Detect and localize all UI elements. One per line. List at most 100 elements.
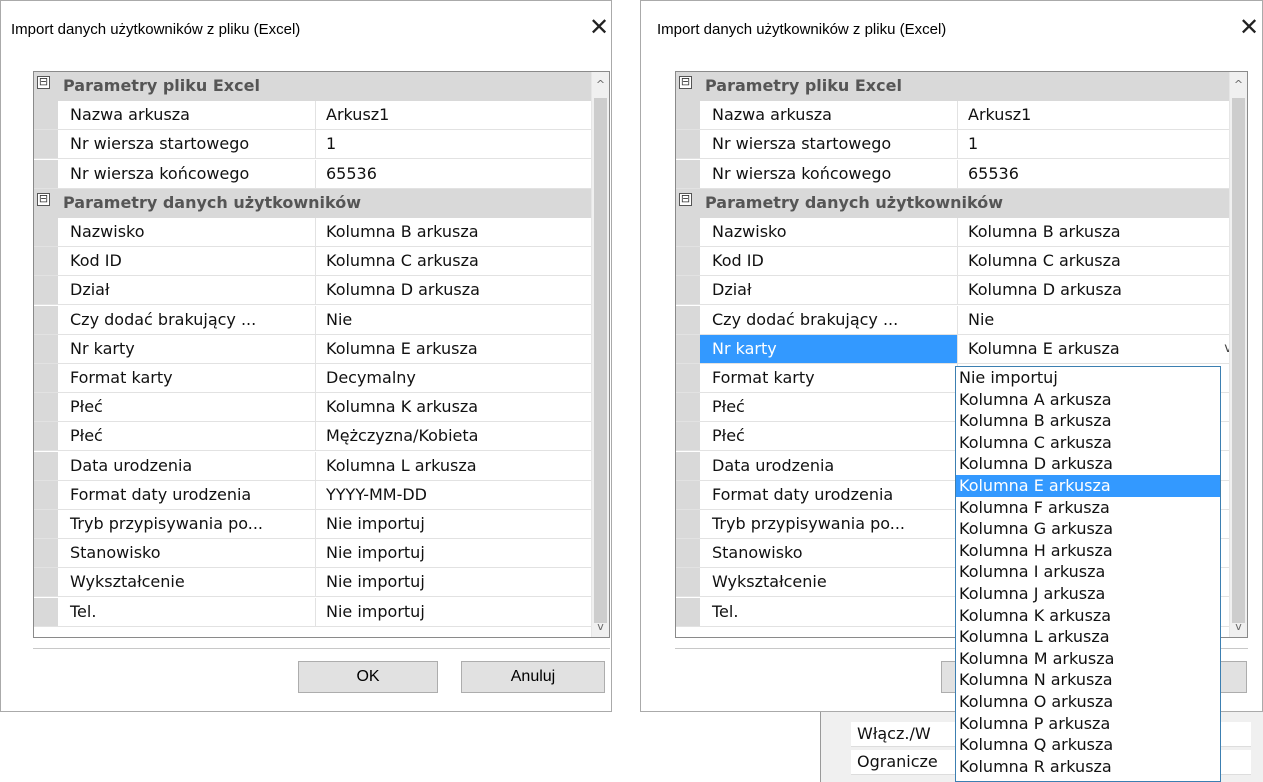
- property-row[interactable]: Nazwa arkusza Arkusz1: [34, 101, 594, 131]
- property-value[interactable]: 1: [958, 130, 1236, 158]
- dropdown-option[interactable]: Kolumna M arkusza: [956, 648, 1220, 670]
- property-value[interactable]: Kolumna D arkusza: [316, 276, 594, 304]
- scrollbar-thumb[interactable]: [594, 98, 607, 623]
- property-row[interactable]: Dział Kolumna D arkusza: [34, 276, 594, 306]
- column-dropdown-list[interactable]: Nie importuj Kolumna A arkusza Kolumna B a…: [955, 366, 1221, 782]
- row-gutter: [34, 247, 58, 276]
- property-value[interactable]: Kolumna E arkuszav: [958, 335, 1236, 363]
- property-value[interactable]: YYYY-MM-DD: [316, 481, 594, 509]
- dropdown-option[interactable]: Kolumna O arkusza: [956, 691, 1220, 713]
- close-icon[interactable]: ✕: [589, 15, 609, 39]
- dropdown-option[interactable]: Kolumna N arkusza: [956, 669, 1220, 691]
- collapse-icon[interactable]: ⊟: [37, 76, 50, 89]
- row-gutter: [676, 305, 700, 334]
- property-row[interactable]: Nazwa arkusza Arkusz1: [676, 101, 1236, 131]
- property-value-text: Decymalny: [326, 368, 416, 387]
- scrollbar-thumb[interactable]: [1232, 98, 1245, 623]
- scroll-down-icon[interactable]: v: [1230, 620, 1247, 633]
- property-row[interactable]: Nr wiersza startowego 1: [34, 130, 594, 160]
- property-value[interactable]: 65536: [316, 160, 594, 188]
- dropdown-option[interactable]: Kolumna A arkusza: [956, 389, 1220, 411]
- property-value[interactable]: Kolumna B arkusza: [958, 218, 1236, 246]
- dropdown-option[interactable]: Kolumna H arkusza: [956, 540, 1220, 562]
- property-row[interactable]: Nazwisko Kolumna B arkusza: [34, 218, 594, 247]
- category-header[interactable]: ⊟ Parametry pliku Excel: [34, 72, 594, 101]
- property-value[interactable]: Kolumna L arkusza: [316, 452, 594, 480]
- property-value[interactable]: Nie importuj: [316, 568, 594, 596]
- property-row[interactable]: Data urodzenia Kolumna L arkusza: [34, 451, 594, 481]
- collapse-icon[interactable]: ⊟: [679, 76, 692, 89]
- dropdown-option[interactable]: Kolumna C arkusza: [956, 432, 1220, 454]
- property-row[interactable]: Tel. Nie importuj: [34, 597, 594, 627]
- dropdown-option[interactable]: Kolumna F arkusza: [956, 497, 1220, 519]
- property-value[interactable]: Nie importuj: [316, 598, 594, 626]
- dropdown-option[interactable]: Kolumna G arkusza: [956, 518, 1220, 540]
- property-row[interactable]: Nr kartyKolumna E arkuszav: [676, 334, 1236, 364]
- dropdown-option[interactable]: Kolumna R arkusza: [956, 756, 1220, 778]
- category-header[interactable]: ⊟ Parametry danych użytkowników: [676, 188, 1236, 218]
- property-value[interactable]: Kolumna C arkusza: [316, 247, 594, 275]
- property-value[interactable]: Nie importuj: [316, 510, 594, 538]
- vertical-scrollbar[interactable]: ^ v: [1229, 72, 1247, 637]
- dropdown-option[interactable]: Kolumna J arkusza: [956, 583, 1220, 605]
- property-row[interactable]: Dział Kolumna D arkusza: [676, 276, 1236, 306]
- collapse-icon[interactable]: ⊟: [37, 192, 50, 206]
- scroll-up-icon[interactable]: ^: [592, 78, 609, 91]
- property-value[interactable]: Kolumna E arkusza: [316, 335, 594, 363]
- property-row[interactable]: Kod ID Kolumna C arkusza: [34, 247, 594, 277]
- property-row[interactable]: Nazwisko Kolumna B arkusza: [676, 218, 1236, 247]
- property-value[interactable]: 1: [316, 130, 594, 158]
- property-row[interactable]: Nr wiersza końcowego 65536: [34, 159, 594, 189]
- property-value[interactable]: Kolumna K arkusza: [316, 393, 594, 421]
- property-value[interactable]: Decymalny: [316, 364, 594, 392]
- property-row[interactable]: Nr wiersza startowego 1: [676, 130, 1236, 160]
- property-row[interactable]: Nr karty Kolumna E arkusza: [34, 334, 594, 364]
- dropdown-option[interactable]: Kolumna D arkusza: [956, 453, 1220, 475]
- dropdown-option[interactable]: Kolumna E arkusza: [956, 474, 1220, 497]
- property-value[interactable]: Kolumna D arkusza: [958, 276, 1236, 304]
- property-row[interactable]: Tryb przypisywania po... Nie importuj: [34, 510, 594, 539]
- property-value[interactable]: Nie importuj: [316, 539, 594, 567]
- category-header[interactable]: ⊟ Parametry pliku Excel: [676, 72, 1236, 101]
- property-row[interactable]: Czy dodać brakujący ... Nie: [34, 305, 594, 335]
- dropdown-option[interactable]: Kolumna B arkusza: [956, 410, 1220, 432]
- property-value[interactable]: Mężczyzna/Kobieta: [316, 422, 594, 450]
- property-value[interactable]: Arkusz1: [316, 101, 594, 129]
- scroll-up-icon[interactable]: ^: [1230, 78, 1247, 91]
- property-row[interactable]: Płeć Kolumna K arkusza: [34, 393, 594, 423]
- property-row[interactable]: Nr wiersza końcowego 65536: [676, 159, 1236, 189]
- dropdown-option[interactable]: Kolumna P arkusza: [956, 713, 1220, 735]
- property-row[interactable]: Czy dodać brakujący ... Nie: [676, 305, 1236, 335]
- dropdown-option[interactable]: Kolumna L arkusza: [956, 626, 1220, 648]
- dropdown-option[interactable]: Nie importuj: [956, 367, 1220, 389]
- dropdown-option[interactable]: Kolumna I arkusza: [956, 561, 1220, 583]
- vertical-scrollbar[interactable]: ^ v: [591, 72, 609, 637]
- dropdown-option[interactable]: Kolumna K arkusza: [956, 605, 1220, 627]
- property-row[interactable]: Stanowisko Nie importuj: [34, 539, 594, 569]
- property-name: Tel.: [700, 597, 958, 626]
- property-row[interactable]: Kod ID Kolumna C arkusza: [676, 247, 1236, 277]
- property-value[interactable]: Nie: [316, 306, 594, 334]
- property-value[interactable]: Kolumna C arkusza: [958, 247, 1236, 275]
- property-row[interactable]: Płeć Mężczyzna/Kobieta: [34, 422, 594, 452]
- property-value[interactable]: 65536: [958, 160, 1236, 188]
- row-gutter: [34, 334, 58, 363]
- property-value[interactable]: Kolumna B arkusza: [316, 218, 594, 246]
- property-value-text: Kolumna C arkusza: [326, 251, 479, 271]
- property-row[interactable]: Wykształcenie Nie importuj: [34, 568, 594, 598]
- close-icon[interactable]: ✕: [1239, 15, 1259, 39]
- category-header[interactable]: ⊟ Parametry danych użytkowników: [34, 188, 594, 218]
- property-name: Płeć: [58, 393, 316, 422]
- property-row[interactable]: Format karty Decymalny: [34, 364, 594, 393]
- row-gutter: [676, 159, 700, 188]
- collapse-icon[interactable]: ⊟: [679, 192, 692, 206]
- property-value[interactable]: Nie: [958, 306, 1236, 334]
- cancel-button[interactable]: Anuluj: [461, 661, 605, 693]
- scroll-down-icon[interactable]: v: [592, 620, 609, 633]
- row-gutter: [676, 218, 700, 246]
- ok-button[interactable]: OK: [298, 661, 438, 693]
- property-row[interactable]: Format daty urodzenia YYYY-MM-DD: [34, 480, 594, 510]
- property-value[interactable]: Arkusz1: [958, 101, 1236, 129]
- property-name: Nr wiersza startowego: [58, 130, 316, 159]
- dropdown-option[interactable]: Kolumna Q arkusza: [956, 734, 1220, 756]
